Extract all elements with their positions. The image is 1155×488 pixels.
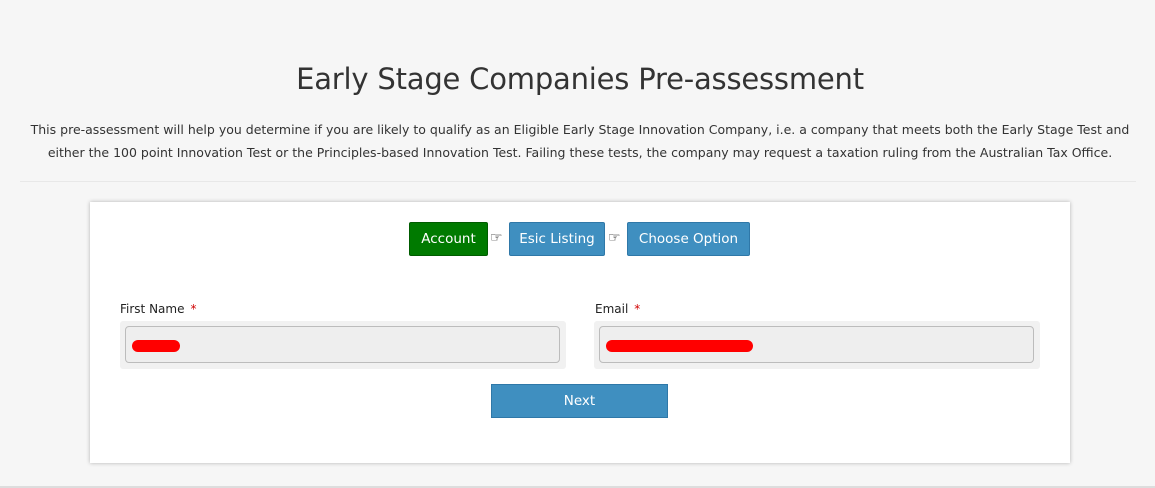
required-asterisk: * [634,302,641,316]
page-title: Early Stage Companies Pre-assessment [296,62,864,96]
pointing-hand-right-icon: ☞ [608,230,621,246]
first-name-field-group [120,321,566,369]
form-card: Account ☞ Esic Listing ☞ Choose Option F… [90,202,1070,463]
intro-line-1: This pre-assessment will help you determ… [30,122,1130,137]
required-asterisk: * [190,302,197,316]
email-field-group [594,321,1040,369]
first-name-input[interactable] [125,326,560,363]
first-name-label: First Name * [120,302,196,316]
step-choose-option-button[interactable]: Choose Option [627,222,750,256]
email-input[interactable] [599,326,1034,363]
next-button[interactable]: Next [491,384,668,418]
step-esic-listing-button[interactable]: Esic Listing [509,222,605,256]
email-label-text: Email [595,302,629,316]
first-name-label-text: First Name [120,302,185,316]
header-divider [20,181,1136,182]
redaction-mark [606,340,753,352]
intro-line-2: either the 100 point Innovation Test or … [47,145,1113,160]
step-account-button[interactable]: Account [409,222,488,256]
pointing-hand-right-icon: ☞ [490,230,503,246]
intro-text: This pre-assessment will help you determ… [30,118,1130,164]
email-label: Email * [595,302,640,316]
redaction-mark [132,340,180,352]
